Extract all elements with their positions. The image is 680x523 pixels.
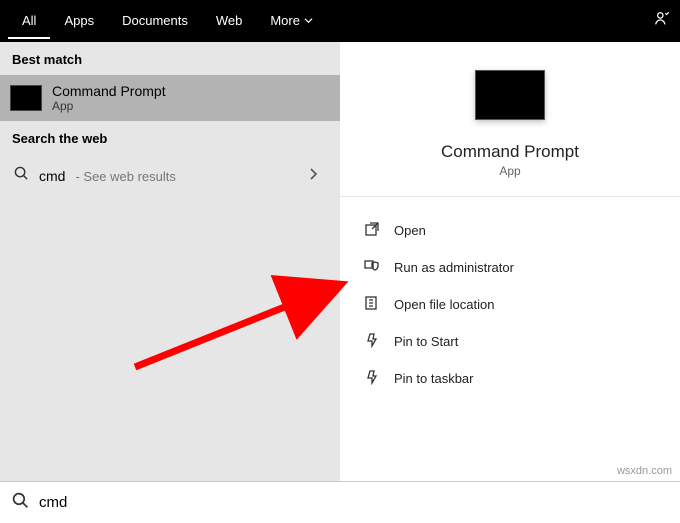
tab-more-label: More <box>270 13 300 28</box>
detail-subtitle: App <box>499 164 520 178</box>
search-icon <box>12 492 29 514</box>
account-icon[interactable] <box>654 10 672 31</box>
chevron-down-icon <box>304 13 313 28</box>
watermark: wsxdn.com <box>617 465 672 477</box>
open-icon <box>364 221 380 240</box>
action-pin-start-label: Pin to Start <box>394 334 458 349</box>
action-open-label: Open <box>394 223 426 238</box>
tab-apps[interactable]: Apps <box>50 3 108 39</box>
results-pane: Best match Command Prompt App Search the… <box>0 42 340 481</box>
pin-taskbar-icon <box>364 369 380 388</box>
tab-documents[interactable]: Documents <box>108 3 202 39</box>
web-query: cmd <box>39 168 65 184</box>
chevron-right-icon <box>308 167 318 186</box>
result-title: Command Prompt <box>52 83 166 99</box>
detail-title: Command Prompt <box>441 142 579 162</box>
search-tabs: All Apps Documents Web More <box>0 0 680 42</box>
cmd-icon <box>10 85 42 111</box>
search-icon <box>14 166 29 186</box>
detail-pane: Command Prompt App Open Run as administr… <box>340 42 680 481</box>
action-pin-to-start[interactable]: Pin to Start <box>360 326 660 357</box>
result-command-prompt[interactable]: Command Prompt App <box>0 75 340 121</box>
result-subtitle: App <box>52 99 166 113</box>
pin-start-icon <box>364 332 380 351</box>
action-open-loc-label: Open file location <box>394 297 494 312</box>
tab-web[interactable]: Web <box>202 3 257 39</box>
web-result-cmd[interactable]: cmd - See web results <box>0 154 340 198</box>
folder-icon <box>364 295 380 314</box>
search-input[interactable] <box>39 494 668 511</box>
tab-more[interactable]: More <box>256 3 327 39</box>
web-hint: - See web results <box>75 169 175 184</box>
detail-header: Command Prompt App <box>340 42 680 197</box>
search-bar <box>0 481 680 523</box>
shield-icon <box>364 258 380 277</box>
search-web-heading: Search the web <box>0 121 340 154</box>
action-pin-to-taskbar[interactable]: Pin to taskbar <box>360 363 660 394</box>
best-match-heading: Best match <box>0 42 340 75</box>
action-run-admin-label: Run as administrator <box>394 260 514 275</box>
tab-all[interactable]: All <box>8 3 50 39</box>
action-run-as-administrator[interactable]: Run as administrator <box>360 252 660 283</box>
actions-list: Open Run as administrator Open file loca… <box>340 197 680 412</box>
action-open-file-location[interactable]: Open file location <box>360 289 660 320</box>
cmd-large-icon <box>475 70 545 120</box>
result-text: Command Prompt App <box>52 83 166 113</box>
action-open[interactable]: Open <box>360 215 660 246</box>
action-pin-taskbar-label: Pin to taskbar <box>394 371 474 386</box>
